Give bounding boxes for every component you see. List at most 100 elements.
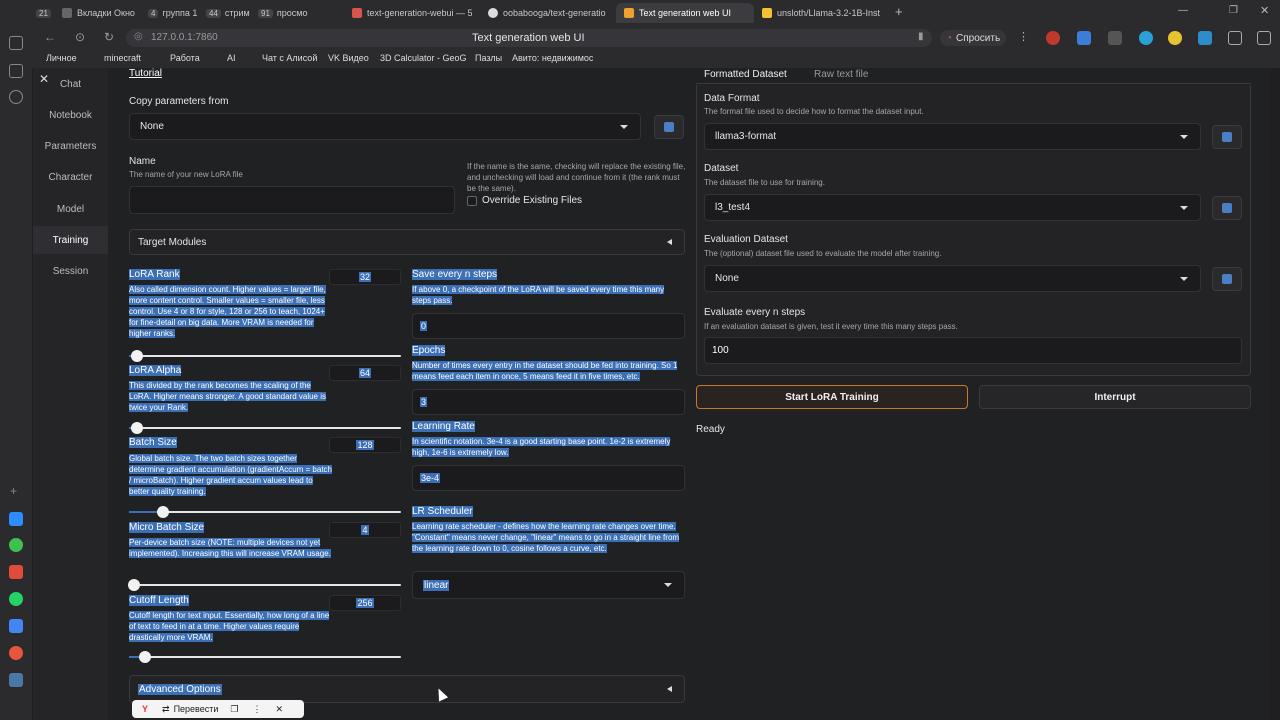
back-arrow-icon[interactable]: ← xyxy=(44,30,56,44)
epochs-input[interactable]: 3 xyxy=(412,389,685,415)
interrupt-button[interactable]: Interrupt xyxy=(979,385,1251,409)
cutoff-length-info: Cutoff length for text input. Essentiall… xyxy=(129,611,330,642)
sidebar-item-character[interactable]: Character xyxy=(33,163,108,191)
alice-icon[interactable] xyxy=(9,538,23,552)
lora-rank-info: Also called dimension count. Higher valu… xyxy=(129,285,326,338)
bookmark-avito[interactable]: Авито: недвижимос xyxy=(512,53,593,63)
bookmark-icon[interactable]: ▮ xyxy=(918,31,924,42)
tabs-icon[interactable] xyxy=(9,36,23,50)
cutoff-length-slider[interactable] xyxy=(129,651,401,663)
eval-steps-input[interactable]: 100 xyxy=(704,337,1242,364)
whatsapp-icon[interactable] xyxy=(9,592,23,606)
sidebar-item-session[interactable]: Session xyxy=(33,257,108,285)
data-format-dropdown[interactable]: llama3-format xyxy=(704,123,1201,150)
address-field[interactable]: ◎ 127.0.0.1:7860 Text generation web UI … xyxy=(126,29,932,47)
tab-raw-text-file[interactable]: Raw text file xyxy=(814,69,868,80)
history-icon[interactable] xyxy=(9,90,23,104)
collections-icon[interactable] xyxy=(9,64,23,78)
more-menu-icon[interactable]: ⋮ xyxy=(1018,30,1029,43)
lora-alpha-slider[interactable] xyxy=(129,422,401,434)
screenshot-icon[interactable] xyxy=(1228,31,1242,45)
lora-rank-slider[interactable] xyxy=(129,350,401,362)
tab-oobabooga-github[interactable]: oobabooga/text-generatio xyxy=(488,3,610,23)
new-tab-icon[interactable]: + xyxy=(895,4,903,19)
translate-button[interactable]: Перевести xyxy=(174,704,219,714)
more-icon[interactable]: ⋮ xyxy=(252,704,261,715)
slider-thumb[interactable] xyxy=(131,350,144,362)
learning-rate-input[interactable]: 3e-4 xyxy=(412,465,685,491)
minimize-icon[interactable]: — xyxy=(1178,5,1188,16)
lora-name-input[interactable] xyxy=(129,186,455,214)
bookmark-alice-chat[interactable]: Чат с Алисой xyxy=(262,53,317,63)
puzzle-icon[interactable] xyxy=(9,565,23,579)
close-window-icon[interactable]: ✕ xyxy=(1260,4,1269,17)
maximize-icon[interactable]: ❐ xyxy=(1229,5,1238,16)
advanced-options-accordion[interactable]: Advanced Options xyxy=(129,675,685,703)
tutorial-link[interactable]: Tutorial xyxy=(129,68,162,79)
sidebar-item-model[interactable]: Model xyxy=(33,195,108,223)
bookmark-geogebra[interactable]: 3D Calculator - GeoG xyxy=(380,53,467,63)
tab-stream[interactable]: 44 стрим xyxy=(206,3,254,23)
refresh-button[interactable] xyxy=(1212,267,1242,291)
sidebar-item-notebook[interactable]: Notebook xyxy=(33,101,108,129)
eval-dataset-label: Evaluation Dataset xyxy=(704,234,788,245)
lr-scheduler-dropdown[interactable]: linear xyxy=(412,571,685,599)
site-info-icon[interactable]: ◎ xyxy=(134,31,143,42)
tab-prosmo[interactable]: 91 просмо xyxy=(258,3,330,23)
sidebar-item-parameters[interactable]: Parameters xyxy=(33,132,108,160)
vk-icon[interactable] xyxy=(1108,31,1122,45)
slider-thumb[interactable] xyxy=(157,506,169,518)
start-lora-training-button[interactable]: Start LoRA Training xyxy=(696,385,968,409)
tab-text-generation-web-ui[interactable]: Text generation web UI xyxy=(616,3,754,23)
downloads-icon[interactable] xyxy=(1257,31,1271,45)
tab-unsloth-llama[interactable]: unsloth/Llama-3.2-1B-Inst xyxy=(762,3,886,23)
extension-icon[interactable] xyxy=(1168,31,1182,45)
music-icon[interactable] xyxy=(9,646,23,660)
bookmark-work[interactable]: Работа xyxy=(170,53,200,63)
add-panel-icon[interactable]: + xyxy=(10,484,17,498)
eval-dataset-dropdown[interactable]: None xyxy=(704,265,1201,292)
batch-size-number[interactable]: 128 xyxy=(329,437,401,453)
close-icon[interactable]: ✕ xyxy=(275,704,283,715)
copy-icon[interactable]: ❐ xyxy=(230,704,238,715)
reload-icon[interactable]: ↻ xyxy=(104,30,114,44)
refresh-button[interactable] xyxy=(654,115,684,139)
sync-icon[interactable] xyxy=(1139,31,1153,45)
extension-icon[interactable] xyxy=(1077,31,1091,45)
sidebar-item-training[interactable]: Training xyxy=(33,226,108,254)
sidebar-item-chat[interactable]: Chat xyxy=(33,70,108,98)
bookmark-vk-video[interactable]: VK Видео xyxy=(328,53,369,63)
vk-icon[interactable] xyxy=(9,673,23,687)
bookmark-ai[interactable]: AI xyxy=(227,53,236,63)
save-steps-input[interactable]: 0 xyxy=(412,313,685,339)
bookmark-minecraft[interactable]: minecraft xyxy=(104,53,141,63)
ask-alice-button[interactable]: ◔ Спросить xyxy=(940,30,1007,46)
target-modules-accordion[interactable]: Target Modules xyxy=(129,229,685,255)
micro-batch-size-number[interactable]: 4 xyxy=(329,522,401,538)
tab-group-1[interactable]: 4 группа 1 xyxy=(148,3,200,23)
zoom-icon[interactable] xyxy=(9,512,23,526)
dataset-dropdown[interactable]: l3_test4 xyxy=(704,194,1201,221)
refresh-button[interactable] xyxy=(1212,125,1242,149)
override-checkbox[interactable] xyxy=(467,196,477,206)
extension-icon[interactable] xyxy=(1198,31,1212,45)
slider-thumb[interactable] xyxy=(131,422,144,434)
lora-alpha-number[interactable]: 64 xyxy=(329,365,401,381)
slider-thumb[interactable] xyxy=(128,579,141,591)
cutoff-length-number[interactable]: 256 xyxy=(329,595,401,611)
docs-icon[interactable] xyxy=(9,619,23,633)
tab-vkladki[interactable]: Вкладки Окно xyxy=(62,3,140,23)
lora-rank-number[interactable]: 32 xyxy=(329,269,401,285)
bookmark-puzzles[interactable]: Пазлы xyxy=(475,53,502,63)
batch-size-slider[interactable] xyxy=(129,506,401,518)
tab-formatted-dataset[interactable]: Formatted Dataset xyxy=(704,69,787,80)
micro-batch-size-slider[interactable] xyxy=(128,579,401,591)
shield-icon[interactable]: ⊙ xyxy=(75,30,85,44)
tab-text-generation-webui[interactable]: text-generation-webui — 5 xyxy=(352,3,472,23)
adblock-icon[interactable] xyxy=(1046,31,1060,45)
bookmark-personal[interactable]: Личное xyxy=(46,53,77,63)
refresh-button[interactable] xyxy=(1212,196,1242,220)
slider-thumb[interactable] xyxy=(139,651,152,663)
tab-group-count[interactable]: 21 xyxy=(36,3,60,23)
copy-params-dropdown[interactable]: None xyxy=(129,113,641,140)
